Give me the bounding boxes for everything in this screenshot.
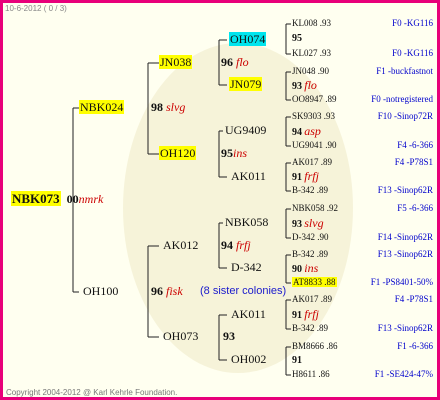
root-node[interactable]: NBK073 00nmrk [11,191,103,207]
gen4-info[interactable]: F4 -6-366 [323,140,433,151]
gen1-detail-1: 98 slvg [151,100,185,115]
gen4-gen: 91 [292,355,302,366]
gen4-info[interactable]: F5 -6-366 [323,203,433,214]
gen4-line: 93 slvg [292,216,324,230]
gen2-gen: 93 [223,329,235,343]
gen1-node-1[interactable]: NBK024 [79,100,125,115]
gen4-queen-name: asp [304,124,321,138]
gen4-line: 91 [292,355,302,366]
gen4-info[interactable]: F4 -P78S1 [323,294,433,305]
gen2-node-1[interactable]: JN038 [159,55,193,70]
gen4-queen-name: flo [304,78,317,92]
gen4-gen: 93 [292,81,302,92]
gen4-queen-name: frfj [304,307,319,321]
gen4-gen: 94 [292,127,302,138]
gen3-node-4[interactable]: AK011 [231,169,266,184]
gen4-queen-name: frfj [304,169,319,183]
gen3-id: D-342 [231,260,262,274]
gen2-id: AK012 [163,238,199,252]
gen2-gen: 95 [221,146,233,160]
gen4-info[interactable]: F1 -PS8401-50% [323,277,433,288]
gen4-line: 94 asp [292,124,321,138]
gen4-queen-name: slvg [304,216,324,230]
copyright-notice: Copyright 2004-2012 @ Karl Kehrle Founda… [6,388,178,397]
gen4-line: 91 frfj [292,169,319,183]
gen3-id: OH074 [229,32,267,46]
gen2-gen: 96 [221,55,233,69]
gen1-queen-name: slvg [166,100,186,114]
gen1-gen: 96 [151,284,163,298]
gen3-node-5[interactable]: NBK058 [225,215,268,230]
gen3-node-1[interactable]: OH074 [229,32,267,47]
gen2-queen-name: ins [233,146,248,160]
gen4-info[interactable]: F13 -Sinop62R [323,249,433,260]
gen2-queen-name: flo [236,55,249,69]
gen2-gen: 94 [221,238,233,252]
gen4-info[interactable]: F10 -Sinop72R [323,111,433,122]
gen4-info[interactable]: F0 -notregistered [323,94,433,105]
gen4-gen: 91 [292,172,302,183]
gen4-info[interactable]: F1 -SE424-47% [323,369,433,380]
gen3-id: AK011 [231,307,266,321]
gen2-detail-3: 94 frfj [221,238,251,253]
gen3-id: AK011 [231,169,266,183]
gen4-info[interactable]: F1 -6-366 [323,341,433,352]
gen4-gen: 90 [292,264,302,275]
gen3-id: UG9409 [225,123,267,137]
gen1-queen-name: fisk [166,284,183,298]
root-queen-name: nmrk [78,192,104,206]
gen4-gen: 91 [292,310,302,321]
gen3-node-3[interactable]: UG9409 [225,123,266,138]
gen2-node-2[interactable]: OH120 [159,146,197,161]
gen3-node-8[interactable]: OH002 [231,352,266,367]
gen4-queen-name: ins [304,261,319,275]
gen4-info[interactable]: F14 -Sinop62R [323,232,433,243]
gen1-node-2[interactable]: OH100 [83,284,118,299]
gen3-id: JN079 [229,77,263,91]
gen2-id: OH120 [159,146,197,160]
gen1-id: OH100 [83,284,119,298]
gen2-detail-1: 96 flo [221,55,249,70]
gen4-line: 95 [292,33,302,44]
gen4-line: 93 flo [292,78,317,92]
gen4-gen: 95 [292,33,302,44]
gen4-line: 91 frfj [292,307,319,321]
root-id: NBK073 [11,191,61,206]
gen4-info[interactable]: F0 -KG116 [323,18,433,29]
gen2-id: OH073 [163,329,199,343]
gen2-node-4[interactable]: OH073 [163,329,198,344]
gen3-node-6[interactable]: D-342 [231,260,262,275]
gen1-detail-2: 96 fisk [151,284,183,299]
gen4-info[interactable]: F13 -Sinop62R [323,185,433,196]
gen2-queen-name: frfj [236,238,251,252]
gen1-id: NBK024 [79,100,125,114]
gen2-node-3[interactable]: AK012 [163,238,198,253]
gen4-gen: 93 [292,219,302,230]
gen3-id: OH002 [231,352,267,366]
gen4-info[interactable]: F4 -P78S1 [323,157,433,168]
gen3-node-2[interactable]: JN079 [229,77,263,92]
pedigree-frame: 10-6-2012 ( 0 / 3) NBK073 00nmrk NBK024 [0,0,440,400]
root-gen: 00 [66,192,79,206]
gen4-info[interactable]: F1 -buckfastnot [323,66,433,77]
gen2-detail-4: 93 [223,329,235,344]
gen4-line: 90 ins [292,261,319,275]
gen2-id: JN038 [159,55,193,69]
gen3-id: NBK058 [225,215,269,229]
gen3-node-7[interactable]: AK011 [231,307,266,322]
gen4-info[interactable]: F13 -Sinop62R [323,323,433,334]
sister-colonies-note: (8 sister colonies) [200,285,287,297]
gen4-info[interactable]: F0 -KG116 [323,48,433,59]
gen2-detail-2: 95ins [221,146,247,161]
gen1-gen: 98 [151,100,163,114]
